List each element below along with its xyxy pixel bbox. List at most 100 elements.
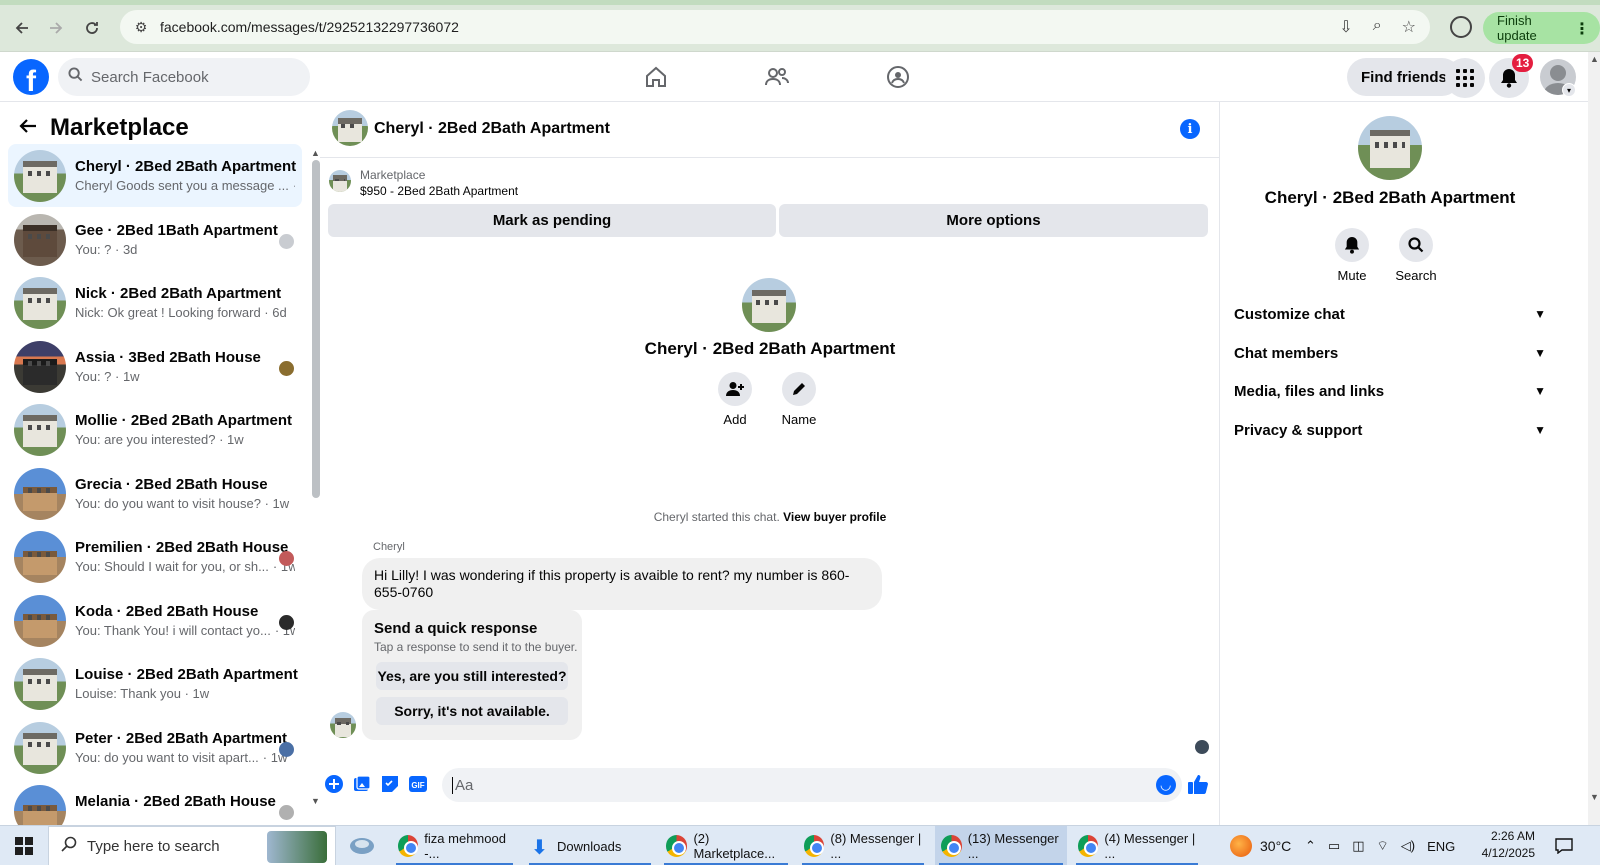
groups-icon[interactable] — [878, 62, 918, 92]
conversation-preview: You: ? · 1w — [75, 369, 295, 384]
conversation-item[interactable]: Koda · 2Bed 2Bath House You: Thank You! i… — [8, 589, 302, 652]
taskbar-app-button[interactable]: (13) Messenger ... — [935, 826, 1067, 865]
back-icon[interactable] — [8, 14, 36, 42]
start-button[interactable] — [0, 826, 48, 865]
taskbar-app-button[interactable]: (8) Messenger | ... — [798, 826, 928, 865]
page-scrollbar[interactable]: ▲ ▼ — [1588, 52, 1600, 825]
customize-chat-section[interactable]: Customize chat ▼ — [1234, 298, 1546, 330]
chevron-down-icon[interactable]: ▾ — [1562, 83, 1576, 97]
plus-circle-icon[interactable] — [324, 774, 344, 794]
conversation-preview: You: Should I wait for you, or sh...· 1w — [75, 559, 295, 574]
more-options-button[interactable]: More options — [779, 204, 1208, 237]
bookmark-star-icon[interactable]: ☆ — [1402, 17, 1416, 37]
photo-icon[interactable] — [352, 774, 372, 794]
media-files-links-section[interactable]: Media, files and links ▼ — [1234, 375, 1546, 407]
taskbar-app-button[interactable]: (2) Marketplace... — [660, 826, 792, 865]
conversation-item[interactable]: Grecia · 2Bed 2Bath House You: do you wan… — [8, 462, 302, 525]
chat-title[interactable]: Cheryl · 2Bed 2Bath Apartment — [374, 120, 610, 138]
conversation-item[interactable]: Louise · 2Bed 2Bath Apartment Louise: Tha… — [8, 652, 302, 715]
mute-button[interactable]: Mute — [1322, 228, 1382, 283]
weather-widget[interactable]: 30°C — [1230, 826, 1291, 865]
scroll-down-icon[interactable]: ▼ — [1590, 792, 1599, 802]
privacy-support-section[interactable]: Privacy & support ▼ — [1234, 414, 1546, 446]
clock[interactable]: 2:26 AM 4/12/2025 — [1455, 828, 1535, 862]
gif-icon[interactable]: GIF — [408, 774, 428, 794]
battery-icon[interactable]: ▭ — [1328, 838, 1340, 854]
chat-panel: Cheryl · 2Bed 2Bath Apartment i Marketpl… — [320, 102, 1220, 825]
section-label: Chat members — [1234, 344, 1339, 362]
mark-as-pending-button[interactable]: Mark as pending — [328, 204, 776, 237]
conversation-item[interactable]: Melania · 2Bed 2Bath House — [8, 779, 302, 825]
menu-grid-icon[interactable] — [1445, 58, 1485, 98]
view-buyer-profile-link[interactable]: View buyer profile — [783, 510, 886, 524]
preview-text: You: ? · 3d — [75, 241, 138, 257]
search-in-chat-button[interactable]: Search — [1386, 228, 1446, 283]
details-avatar[interactable] — [1358, 116, 1422, 180]
add-people-button[interactable]: Add — [705, 372, 765, 427]
chat-started-notice: Cheryl started this chat. View buyer pro… — [320, 510, 1220, 524]
pinned-app-icon[interactable] — [342, 826, 382, 865]
name-chat-button[interactable]: Name — [769, 372, 829, 427]
preview-text: You: ? · 1w — [75, 368, 140, 384]
home-icon[interactable] — [636, 62, 676, 92]
info-icon[interactable]: i — [1180, 119, 1200, 139]
facebook-logo[interactable]: f — [13, 59, 49, 95]
zoom-icon[interactable]: ⌕ — [1373, 17, 1382, 37]
intro-avatar[interactable] — [742, 278, 796, 332]
seen-avatar — [279, 360, 294, 376]
conversation-preview — [75, 813, 295, 825]
volume-icon[interactable]: ◁) — [1401, 838, 1415, 854]
wifi-icon[interactable]: ⌔ — [1377, 838, 1389, 854]
conversation-item[interactable]: Peter · 2Bed 2Bath Apartment You: do you … — [8, 716, 302, 779]
address-bar[interactable]: ⚙ facebook.com/messages/t/29252132297736… — [120, 10, 1430, 44]
sidebar-scrollbar[interactable] — [312, 160, 320, 498]
section-label: Media, files and links — [1234, 382, 1385, 400]
site-info-icon[interactable]: ⚙ — [132, 18, 150, 36]
back-arrow-icon[interactable] — [18, 116, 38, 142]
scroll-up-icon[interactable]: ▲ — [311, 148, 320, 158]
find-friends-button[interactable]: Find friends — [1347, 58, 1461, 96]
conversation-thumbnail — [14, 531, 66, 583]
conversation-item[interactable]: Mollie · 2Bed 2Bath Apartment You: are yo… — [8, 398, 302, 461]
network-icon[interactable]: ◫ — [1352, 838, 1364, 854]
search-label: Search — [1395, 268, 1437, 283]
taskbar-app-button[interactable]: (4) Messenger | ... — [1072, 826, 1202, 865]
chat-avatar[interactable] — [332, 110, 368, 146]
conversation-item[interactable]: Gee · 2Bed 1Bath Apartment You: ? · 3d — [8, 208, 302, 271]
notification-center-icon[interactable] — [1555, 826, 1573, 865]
conversation-item[interactable]: Nick · 2Bed 2Bath Apartment Nick: Ok grea… — [8, 271, 302, 334]
reload-icon[interactable] — [78, 14, 106, 42]
marketplace-conversation-list: Marketplace Cheryl · 2Bed 2Bath Apartmen… — [0, 102, 325, 825]
quick-response-sorry-button[interactable]: Sorry, it's not available. — [376, 697, 568, 725]
forward-icon[interactable] — [42, 14, 70, 42]
search-highlight-image — [267, 831, 327, 863]
install-app-icon[interactable]: ⇩ — [1339, 17, 1352, 37]
facebook-search-input[interactable]: Search Facebook — [58, 58, 310, 96]
friends-icon[interactable] — [757, 62, 797, 92]
taskbar-search-input[interactable]: Type here to search — [48, 826, 336, 865]
preview-text: You: Thank You! i will contact yo... — [75, 622, 271, 638]
browser-profile-icon[interactable] — [1450, 16, 1472, 38]
chat-header: Cheryl · 2Bed 2Bath Apartment i — [320, 102, 1220, 158]
emoji-icon[interactable] — [1156, 775, 1176, 795]
taskbar-app-button[interactable]: fiza mehmood -... — [392, 826, 517, 865]
listing-thumbnail[interactable] — [329, 170, 351, 192]
chat-members-section[interactable]: Chat members ▼ — [1234, 337, 1546, 369]
sender-avatar[interactable] — [330, 712, 356, 738]
quick-response-yes-button[interactable]: Yes, are you still interested? — [376, 662, 568, 690]
conversation-item[interactable]: Cheryl · 2Bed 2Bath Apartment Cheryl Good… — [8, 144, 302, 207]
listing-price[interactable]: $950 - 2Bed 2Bath Apartment — [360, 184, 518, 198]
scroll-down-icon[interactable]: ▼ — [311, 796, 320, 806]
finish-update-button[interactable]: Finish update ⋮ — [1483, 12, 1600, 44]
incoming-message[interactable]: Hi Lilly! I was wondering if this proper… — [362, 558, 882, 610]
message-input[interactable]: Aa — [442, 768, 1182, 802]
taskbar-app-button[interactable]: ⬇ Downloads — [525, 826, 655, 865]
conversation-item[interactable]: Assia · 3Bed 2Bath House You: ? · 1w — [8, 335, 302, 398]
conversation-item[interactable]: Premilien · 2Bed 2Bath House You: Should … — [8, 525, 302, 588]
language-indicator[interactable]: ENG — [1427, 839, 1455, 854]
chevron-up-icon[interactable]: ⌃ — [1305, 838, 1316, 854]
conversation-thumbnail — [14, 213, 66, 266]
sticker-icon[interactable] — [380, 774, 400, 794]
scroll-up-icon[interactable]: ▲ — [1590, 54, 1599, 64]
thumbs-up-icon[interactable] — [1186, 774, 1210, 794]
